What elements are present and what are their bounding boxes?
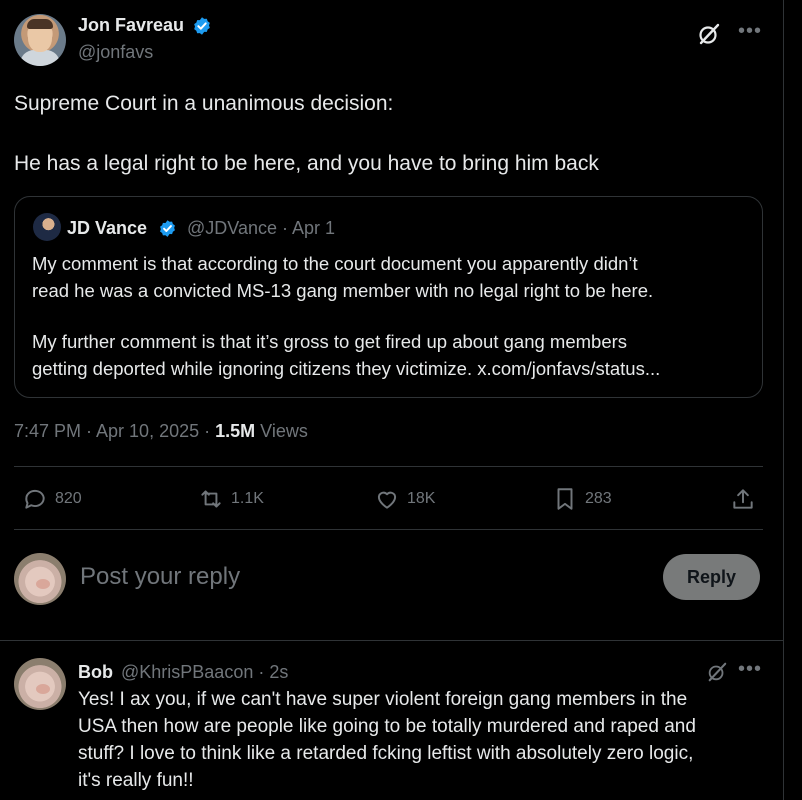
quoted-text-line: My further comment is that it’s gross to… xyxy=(32,331,628,352)
reply-author-handle[interactable]: @KhrisPBaacon · 2s xyxy=(121,662,288,683)
bookmark-count: 283 xyxy=(585,490,612,507)
tweet-text-line: Supreme Court in a unanimous decision: xyxy=(14,92,394,115)
divider xyxy=(14,529,763,530)
divider xyxy=(14,466,763,467)
reply-count: 820 xyxy=(55,490,82,507)
verified-badge-icon xyxy=(194,17,210,35)
reply-text-line: USA then how are people like going to be… xyxy=(78,716,696,737)
author-name[interactable]: Jon Favreau xyxy=(78,15,184,36)
reply-button[interactable]: Reply xyxy=(663,554,760,600)
user-avatar[interactable] xyxy=(14,553,66,605)
share-action[interactable] xyxy=(730,484,763,514)
bookmark-icon xyxy=(557,488,573,510)
reply-action[interactable]: 820 xyxy=(22,484,82,514)
repost-count: 1.1K xyxy=(231,490,264,507)
bookmark-action[interactable]: 283 xyxy=(552,484,612,514)
scrollbar-track[interactable] xyxy=(785,0,802,800)
share-icon xyxy=(733,489,753,509)
repost-action[interactable]: 1.1K xyxy=(198,484,264,514)
quoted-author-name: JD Vance xyxy=(67,218,148,238)
timeline-column: Jon Favreau @jonfavs ••• Supreme Court i… xyxy=(0,0,784,800)
reply-text-line: Yes! I ax you, if we can't have super vi… xyxy=(78,689,688,710)
reply-author-name[interactable]: Bob xyxy=(78,662,113,683)
like-count: 18K xyxy=(407,490,436,507)
reply-text-line: it's really fun!! xyxy=(78,770,194,791)
reply-author-avatar[interactable] xyxy=(14,658,66,710)
section-divider xyxy=(0,640,784,641)
verified-badge-icon xyxy=(160,220,175,237)
grok-icon[interactable] xyxy=(697,22,721,46)
views-count: 1.5M xyxy=(215,421,256,441)
quoted-text-line: My comment is that according to the cour… xyxy=(32,253,638,274)
like-action[interactable]: 18K xyxy=(374,484,435,514)
quoted-author-handle: @JDVance · Apr 1 xyxy=(187,218,336,238)
quoted-tweet-card[interactable]: JD Vance @JDVance · Apr 1 My comment is … xyxy=(14,196,763,398)
grok-icon[interactable] xyxy=(706,661,728,683)
author-handle[interactable]: @jonfavs xyxy=(78,42,153,63)
reply-icon xyxy=(25,489,45,509)
more-options-icon[interactable]: ••• xyxy=(738,20,762,43)
reply-input[interactable]: Post your reply xyxy=(80,563,240,591)
heart-icon xyxy=(377,491,397,509)
quoted-author-avatar xyxy=(33,213,61,241)
tweet-meta: 7:47 PM · Apr 10, 2025 · 1.5M Views xyxy=(14,421,308,441)
reply-text-line: stuff? I love to think like a retarded f… xyxy=(78,743,694,764)
tweet-text-line: He has a legal right to be here, and you… xyxy=(14,152,599,175)
more-options-icon[interactable]: ••• xyxy=(738,658,762,681)
quoted-text-line: read he was a convicted MS-13 gang membe… xyxy=(32,280,654,301)
author-avatar[interactable] xyxy=(14,14,66,66)
repost-icon xyxy=(201,490,221,508)
quoted-text-line: getting deported while ignoring citizens… xyxy=(32,358,661,379)
